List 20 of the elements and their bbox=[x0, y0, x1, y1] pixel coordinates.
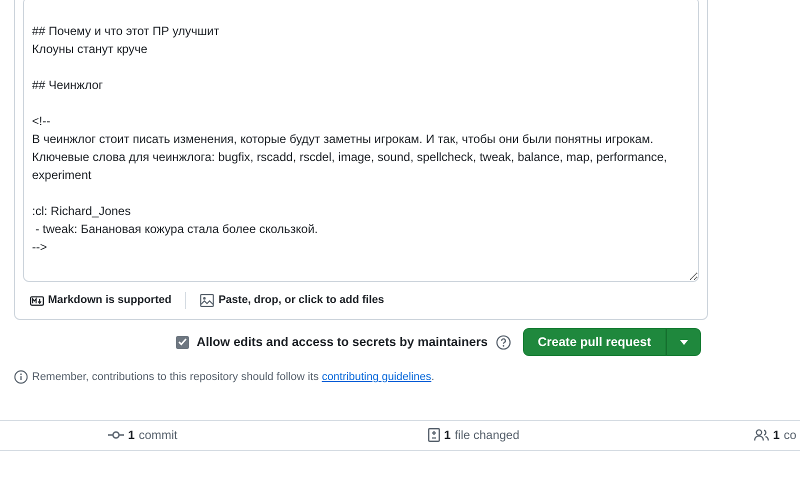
attach-files-button[interactable]: Paste, drop, or click to add files bbox=[185, 292, 398, 309]
markdown-link[interactable]: Markdown is supported bbox=[23, 292, 186, 309]
create-pull-request-button[interactable]: Create pull request bbox=[522, 328, 666, 356]
notice-text: Remember, contributions to this repository should follow its contributing guidelines. bbox=[32, 370, 434, 385]
summary-tab[interactable]: 1 commit bbox=[108, 426, 178, 444]
description-field[interactable]: ## Почему и что этот ПР улучшит Клоуны станут круче ## Чеинжлог <!-- В чеинжлог стоит писать изменения, которые будут заметны игрокам. И так, чтобы они были понятны игрокам. Ключевые слова для чеинжлога: bugfix, rscadd, rscdel, image, sound, spellcheck, tweak, balance, map, performance, experiment :cl: Richard_Jones - tweak: Банановая кожура стала более скользкой. --> bbox=[23, 0, 699, 282]
commit-icon bbox=[108, 430, 124, 440]
guidelines-link[interactable]: contributing guidelines bbox=[322, 371, 432, 383]
markdown-icon bbox=[30, 296, 44, 306]
dropdown-button[interactable] bbox=[666, 328, 701, 356]
file-diff-icon bbox=[428, 428, 440, 442]
checkbox[interactable] bbox=[176, 336, 189, 348]
people-icon bbox=[754, 429, 769, 441]
help-icon[interactable] bbox=[496, 334, 511, 350]
summary-tab[interactable]: 1 co bbox=[754, 426, 796, 444]
summary-tab[interactable]: 1 file changed bbox=[428, 426, 520, 444]
image-icon bbox=[200, 294, 214, 307]
checkbox-label[interactable]: Allow edits and access to secrets by maintainers bbox=[196, 332, 488, 352]
info-icon bbox=[14, 370, 28, 384]
caret-icon bbox=[680, 340, 688, 344]
